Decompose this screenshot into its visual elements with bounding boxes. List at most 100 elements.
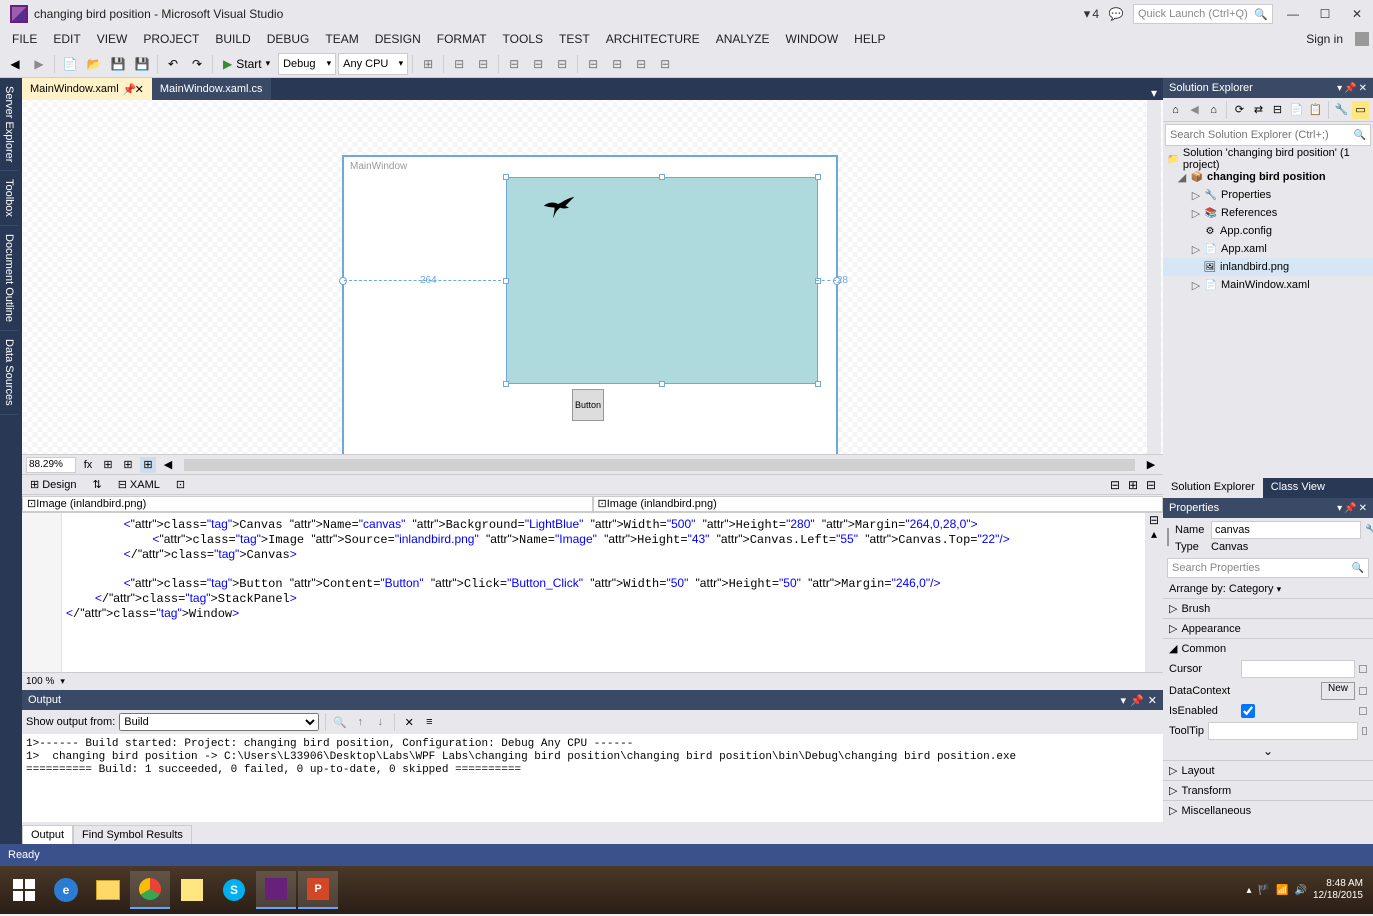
undo-button[interactable]: ↶: [162, 53, 184, 75]
se-pin-button[interactable]: 📌: [1344, 83, 1356, 94]
prop-marker[interactable]: [1359, 665, 1367, 673]
menu-build[interactable]: BUILD: [207, 29, 258, 49]
se-showall-button[interactable]: 📄: [1288, 101, 1305, 119]
left-tab-toolbox[interactable]: Toolbox: [0, 171, 18, 226]
tray-clock[interactable]: 8:48 AM 12/18/2015: [1313, 878, 1363, 902]
resize-handle[interactable]: [815, 174, 821, 180]
toolbar-btn-1[interactable]: ⊞: [417, 53, 439, 75]
swap-panes-button[interactable]: ⇅: [88, 478, 105, 491]
taskbar-chrome[interactable]: [130, 871, 170, 909]
menu-design[interactable]: DESIGN: [367, 29, 429, 49]
tree-mainwindow-node[interactable]: ▷📄MainWindow.xaml: [1163, 276, 1373, 294]
start-menu-button[interactable]: [4, 871, 44, 909]
solution-explorer-tab[interactable]: Solution Explorer: [1163, 478, 1263, 498]
scroll-right[interactable]: ▶: [1143, 457, 1159, 473]
margin-anchor-left[interactable]: [339, 277, 347, 285]
arrange-by-dropdown[interactable]: Arrange by: Category ▾: [1163, 580, 1373, 598]
notifications-badge[interactable]: ▾4: [1084, 6, 1099, 22]
back-button[interactable]: ◀: [4, 53, 26, 75]
close-tab-icon[interactable]: ✕: [135, 83, 144, 96]
se-collapse-button[interactable]: ⊟: [1269, 101, 1286, 119]
toolbar-btn-9[interactable]: ⊟: [630, 53, 652, 75]
se-home2-button[interactable]: ⌂: [1205, 101, 1222, 119]
menu-architecture[interactable]: ARCHITECTURE: [598, 29, 708, 49]
props-close-button[interactable]: ✕: [1359, 503, 1367, 514]
cat-transform[interactable]: ▷Transform: [1163, 780, 1373, 800]
cursor-dropdown[interactable]: [1241, 660, 1355, 678]
avatar-placeholder[interactable]: [1355, 32, 1369, 46]
output-clear-button[interactable]: ✕: [401, 714, 417, 730]
output-next-button[interactable]: ↓: [372, 714, 388, 730]
menu-help[interactable]: HELP: [846, 29, 893, 49]
scroll-left[interactable]: ◀: [160, 457, 176, 473]
toolbar-btn-4[interactable]: ⊟: [503, 53, 525, 75]
feedback-icon[interactable]: 💬: [1107, 7, 1125, 21]
save-all-button[interactable]: 💾: [131, 53, 153, 75]
tray-volume-icon[interactable]: 🔊: [1294, 885, 1306, 896]
prop-marker[interactable]: [1359, 687, 1367, 695]
platform-dropdown[interactable]: Any CPU▾: [338, 53, 408, 75]
new-project-button[interactable]: 📄: [59, 53, 81, 75]
cat-common[interactable]: ◢Common: [1163, 638, 1373, 658]
resize-handle[interactable]: [503, 381, 509, 387]
menu-project[interactable]: PROJECT: [135, 29, 207, 49]
toolbar-btn-10[interactable]: ⊟: [654, 53, 676, 75]
taskbar-powerpoint[interactable]: P: [298, 871, 338, 909]
find-results-tab[interactable]: Find Symbol Results: [73, 825, 192, 844]
expand-common-button[interactable]: ⌄: [1163, 742, 1373, 760]
config-dropdown[interactable]: Debug▾: [278, 53, 336, 75]
zoom-dropdown[interactable]: 88.29%: [26, 457, 76, 473]
menu-tools[interactable]: TOOLS: [495, 29, 551, 49]
pin-icon[interactable]: 📌: [123, 83, 131, 96]
button-control[interactable]: Button: [572, 389, 604, 421]
output-text[interactable]: 1>------ Build started: Project: changin…: [22, 734, 1163, 822]
xaml-code-editor[interactable]: <"attr">class="tag">Canvas "attr">Name="…: [22, 512, 1163, 672]
save-button[interactable]: 💾: [107, 53, 129, 75]
menu-view[interactable]: VIEW: [89, 29, 136, 49]
left-tab-document-outline[interactable]: Document Outline: [0, 226, 18, 331]
tree-appconfig-node[interactable]: ⚙App.config: [1163, 222, 1373, 240]
quick-launch-input[interactable]: Quick Launch (Ctrl+Q) 🔍: [1133, 4, 1273, 24]
se-sync-button[interactable]: ⇄: [1250, 101, 1267, 119]
left-tab-data-sources[interactable]: Data Sources: [0, 331, 18, 415]
output-prev-button[interactable]: ↑: [352, 714, 368, 730]
class-view-tab[interactable]: Class View: [1263, 478, 1333, 498]
isenabled-checkbox[interactable]: [1241, 704, 1255, 718]
designer-v-scrollbar[interactable]: [1147, 100, 1161, 454]
se-preview-button[interactable]: 🔧: [1333, 101, 1350, 119]
breadcrumb-right[interactable]: ⊡ Image (inlandbird.png): [593, 496, 1164, 512]
grid2-button[interactable]: ⊞: [120, 457, 136, 473]
taskbar-notes[interactable]: [172, 871, 212, 909]
se-filter-button[interactable]: ▭: [1352, 101, 1369, 119]
output-source-dropdown[interactable]: Build: [119, 713, 319, 731]
se-home-button[interactable]: ⌂: [1167, 101, 1184, 119]
props-options-button[interactable]: ▾: [1337, 503, 1342, 514]
toolbar-btn-2[interactable]: ⊟: [448, 53, 470, 75]
taskbar-explorer[interactable]: [88, 871, 128, 909]
tooltip-input[interactable]: [1208, 722, 1358, 740]
toolbar-btn-5[interactable]: ⊟: [527, 53, 549, 75]
xaml-tab[interactable]: ⊟ XAML: [114, 478, 164, 491]
menu-team[interactable]: TEAM: [317, 29, 366, 49]
resize-handle[interactable]: [503, 174, 509, 180]
split-h-button[interactable]: ⊞: [1125, 477, 1141, 493]
tree-references-node[interactable]: ▷📚References: [1163, 204, 1373, 222]
maximize-button[interactable]: ☐: [1313, 4, 1337, 24]
bird-image[interactable]: [542, 195, 578, 223]
doc-tab[interactable]: MainWindow.xaml📌✕: [22, 78, 152, 100]
doc-tab[interactable]: MainWindow.xaml.cs: [152, 78, 271, 100]
prop-marker[interactable]: [1359, 707, 1367, 715]
taskbar-ie[interactable]: e: [46, 871, 86, 909]
taskbar-skype[interactable]: S: [214, 871, 254, 909]
output-options-button[interactable]: ▾: [1121, 694, 1127, 707]
props-wrench-icon[interactable]: 🔧: [1365, 525, 1373, 536]
menu-analyze[interactable]: ANALYZE: [708, 29, 778, 49]
menu-edit[interactable]: EDIT: [45, 29, 88, 49]
redo-button[interactable]: ↷: [186, 53, 208, 75]
cat-misc[interactable]: ▷Miscellaneous: [1163, 800, 1373, 820]
tree-solution-node[interactable]: 📁Solution 'changing bird position' (1 pr…: [1163, 150, 1373, 168]
xaml-v-scrollbar[interactable]: ⊟ ▴: [1145, 513, 1163, 672]
se-options-button[interactable]: ▾: [1337, 83, 1342, 94]
toolbar-btn-3[interactable]: ⊟: [472, 53, 494, 75]
tray-flag-icon[interactable]: 🏴: [1258, 885, 1270, 896]
